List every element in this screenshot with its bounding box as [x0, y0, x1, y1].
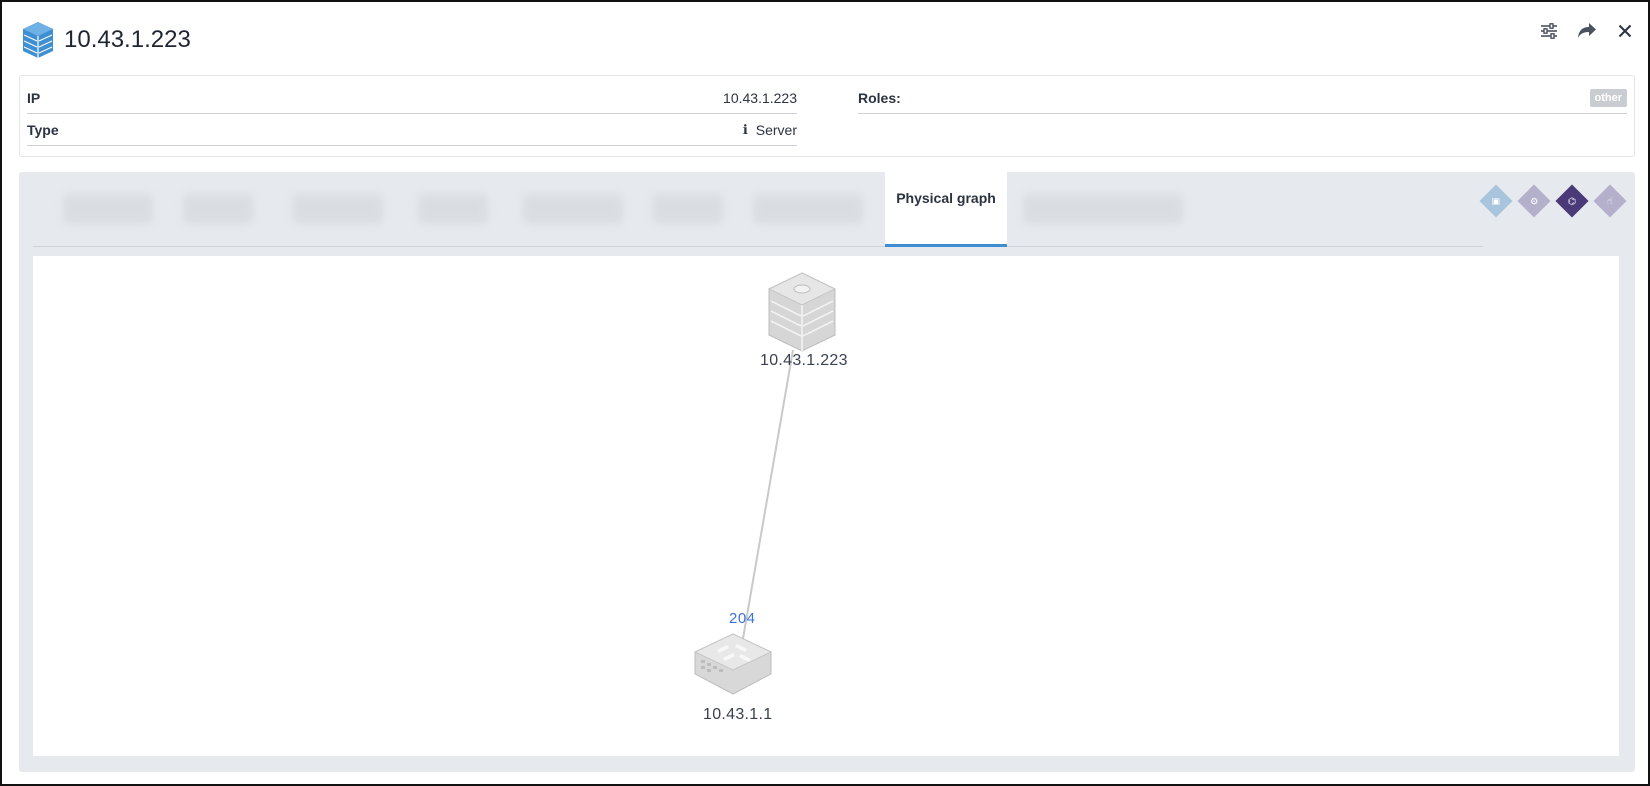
type-value: Server — [755, 121, 797, 138]
info-row-roles: Roles: other — [858, 82, 1627, 114]
tabs-panel: Physical graph ▣ ⚙ ⌬ ☝ 10.43.1.223 204 1… — [19, 172, 1635, 772]
roles-label: Roles: — [858, 89, 901, 106]
server-logo-icon — [23, 22, 53, 58]
role-badge: other — [1589, 88, 1627, 107]
graph-node-server[interactable] — [767, 272, 837, 352]
hand-icon: ☝ — [1607, 195, 1613, 207]
tab-blurred-1[interactable] — [63, 194, 153, 224]
header-actions — [1538, 20, 1636, 42]
tab-blurred-3[interactable] — [293, 194, 383, 224]
share-arrow-icon — [1578, 23, 1596, 38]
node-label-server: 10.43.1.223 — [760, 352, 848, 369]
info-icon[interactable]: ℹ — [743, 122, 748, 138]
physical-graph-canvas[interactable]: 10.43.1.223 204 10.43.1.1 — [33, 256, 1619, 756]
ip-label: IP — [27, 89, 41, 106]
graph-mode-buttons: ▣ ⚙ ⌬ ☝ — [1479, 184, 1627, 218]
share-button[interactable] — [1576, 20, 1598, 42]
graph-edge[interactable] — [740, 349, 794, 651]
tab-physical-graph[interactable]: Physical graph — [885, 172, 1007, 247]
info-row-type: Type ℹ Server — [27, 114, 797, 146]
tab-blurred-6[interactable] — [653, 194, 723, 224]
tab-blurred-5[interactable] — [523, 194, 623, 224]
graph-node-switch[interactable] — [693, 633, 773, 695]
tab-physical-graph-label: Physical graph — [896, 190, 996, 206]
tab-blurred-7[interactable] — [753, 194, 863, 224]
mode-button-network[interactable]: ⌬ — [1555, 184, 1589, 218]
node-label-switch: 10.43.1.1 — [703, 706, 773, 723]
mode-button-map[interactable]: ▣ — [1479, 184, 1513, 218]
close-icon — [1618, 24, 1632, 38]
window-header: 10.43.1.223 — [22, 20, 191, 60]
edge-label: 204 — [729, 610, 756, 627]
device-info-panel: IP 10.43.1.223 Type ℹ Server Roles: othe… — [19, 75, 1635, 157]
map-icon: ▣ — [1491, 195, 1501, 207]
device-window: 10.43.1.223 IP 10.43.1.223 Type ℹ Server… — [0, 0, 1650, 786]
sliders-icon — [1541, 23, 1557, 39]
tab-blurred-4[interactable] — [418, 194, 488, 224]
tab-blurred-2[interactable] — [183, 194, 253, 224]
graph-svg — [693, 272, 837, 695]
tab-blurred-8[interactable] — [1023, 194, 1183, 224]
network-icon: ⌬ — [1567, 195, 1577, 207]
close-button[interactable] — [1614, 20, 1636, 42]
mode-button-hand[interactable]: ☝ — [1593, 184, 1627, 218]
mode-button-gear[interactable]: ⚙ — [1517, 184, 1551, 218]
tab-bar: Physical graph — [33, 172, 1483, 247]
ip-value: 10.43.1.223 — [723, 89, 797, 106]
page-title: 10.43.1.223 — [64, 26, 191, 53]
type-value-wrap: ℹ Server — [743, 122, 797, 138]
type-label: Type — [27, 121, 59, 138]
settings-button[interactable] — [1538, 20, 1560, 42]
info-row-ip: IP 10.43.1.223 — [27, 82, 797, 114]
gear-icon: ⚙ — [1529, 195, 1539, 207]
